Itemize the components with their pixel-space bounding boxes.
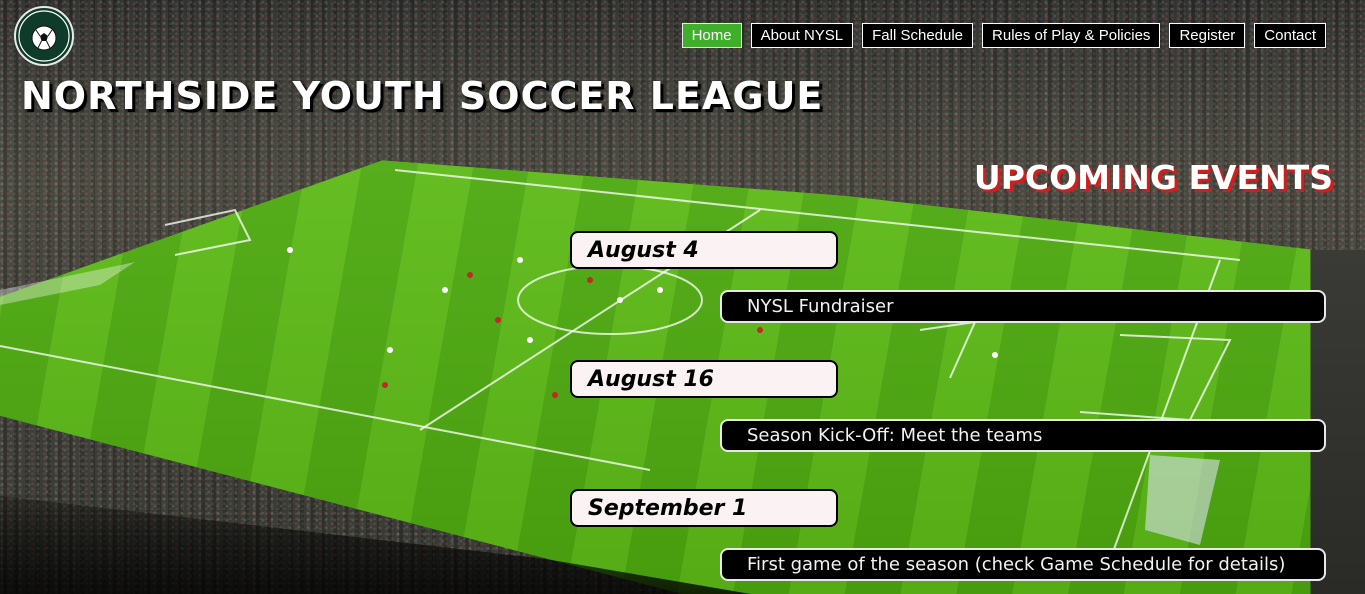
upcoming-events-heading: UPCOMING EVENTS xyxy=(973,158,1333,197)
nav-about-nysl[interactable]: About NYSL xyxy=(750,23,854,48)
league-logo[interactable] xyxy=(14,6,74,66)
main-navigation: Home About NYSL Fall Schedule Rules of P… xyxy=(681,23,1326,48)
nav-contact[interactable]: Contact xyxy=(1254,23,1326,48)
event-description: First game of the season (check Game Sch… xyxy=(720,548,1326,581)
nav-register[interactable]: Register xyxy=(1169,23,1246,48)
soccer-ball-icon xyxy=(18,10,70,62)
event-description: Season Kick-Off: Meet the teams xyxy=(720,419,1326,452)
event-description: NYSL Fundraiser xyxy=(720,290,1326,323)
nav-fall-schedule[interactable]: Fall Schedule xyxy=(862,23,974,48)
event-date: August 16 xyxy=(570,360,838,398)
event-date: August 4 xyxy=(570,231,838,269)
event-date: September 1 xyxy=(570,489,838,527)
nav-rules-of-play[interactable]: Rules of Play & Policies xyxy=(982,23,1161,48)
site-title: NORTHSIDE YOUTH SOCCER LEAGUE xyxy=(21,74,824,118)
nav-home[interactable]: Home xyxy=(681,23,742,48)
